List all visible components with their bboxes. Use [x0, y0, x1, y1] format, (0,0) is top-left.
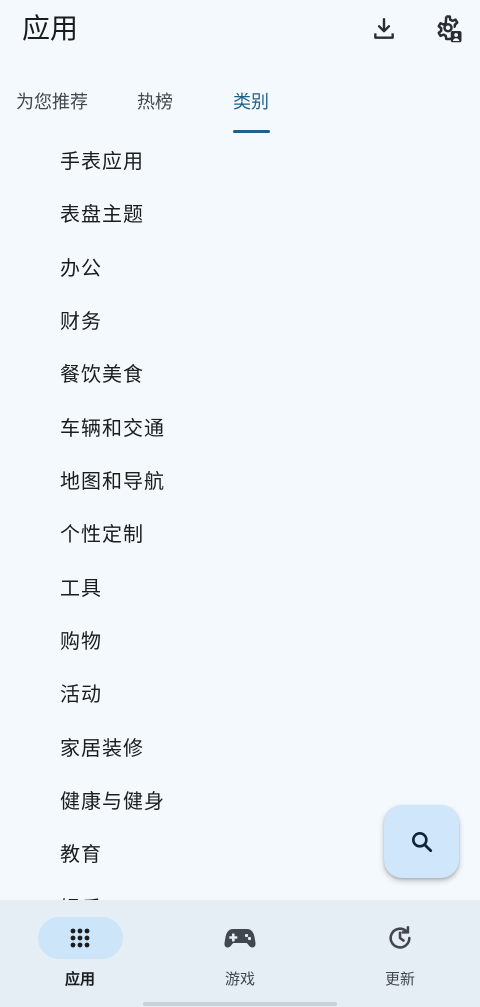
category-label: 餐饮美食 — [60, 362, 144, 386]
search-fab[interactable] — [384, 805, 459, 878]
nav-label-games: 游戏 — [224, 970, 255, 988]
category-item[interactable]: 餐饮美食 — [0, 348, 480, 401]
settings-button[interactable] — [430, 11, 466, 47]
category-item[interactable]: 表盘主题 — [0, 188, 480, 241]
category-item[interactable]: 车辆和交通 — [0, 402, 480, 455]
category-item[interactable]: 手表应用 — [0, 135, 480, 188]
category-item[interactable]: 地图和导航 — [0, 455, 480, 508]
page-title: 应用 — [22, 12, 79, 45]
category-label: 教育 — [60, 842, 102, 866]
category-label: 工具 — [60, 576, 102, 600]
category-item[interactable]: 个性定制 — [0, 508, 480, 561]
nav-updates[interactable]: 更新 — [320, 900, 480, 1007]
app-screen: 应用 为您推荐 热榜 类别 手表应用 表盘主题 办公 财务 餐饮美食 车辆和交通… — [0, 0, 480, 1007]
category-label: 家居装修 — [60, 736, 144, 760]
bottom-navigation: 应用 游戏 更新 — [0, 900, 480, 1007]
category-label: 活动 — [60, 682, 102, 706]
category-item[interactable]: 工具 — [0, 562, 480, 615]
download-button[interactable] — [366, 11, 402, 47]
search-icon — [411, 831, 432, 852]
category-label: 购物 — [60, 629, 102, 653]
category-label: 车辆和交通 — [60, 416, 165, 440]
gesture-handle[interactable] — [143, 1002, 337, 1006]
category-item[interactable]: 购物 — [0, 615, 480, 668]
category-item[interactable]: 家居装修 — [0, 722, 480, 775]
category-item[interactable]: 财务 — [0, 295, 480, 348]
nav-label-apps: 应用 — [64, 970, 95, 988]
category-item[interactable]: 娱乐 — [0, 882, 480, 900]
tab-selected-indicator — [233, 130, 270, 133]
category-label: 健康与健身 — [60, 789, 165, 813]
nav-games[interactable]: 游戏 — [160, 900, 320, 1007]
download-icon — [374, 18, 394, 39]
tab-categories[interactable]: 类别 — [233, 90, 269, 116]
category-list[interactable]: 手表应用 表盘主题 办公 财务 餐饮美食 车辆和交通 地图和导航 个性定制 工具… — [0, 135, 480, 900]
apps-grid-icon — [62, 920, 98, 956]
category-label: 地图和导航 — [60, 469, 165, 493]
tab-top-charts[interactable]: 热榜 — [137, 90, 173, 116]
category-item[interactable]: 活动 — [0, 668, 480, 721]
nav-apps[interactable]: 应用 — [0, 900, 160, 1007]
gamepad-icon — [222, 920, 258, 956]
settings-account-icon — [437, 15, 462, 43]
category-label: 财务 — [60, 309, 102, 333]
category-label: 办公 — [60, 256, 102, 280]
category-label: 表盘主题 — [60, 202, 144, 226]
tab-recommended[interactable]: 为您推荐 — [16, 90, 88, 116]
category-label: 手表应用 — [60, 149, 144, 173]
category-item[interactable]: 办公 — [0, 242, 480, 295]
nav-label-updates: 更新 — [384, 970, 415, 988]
tab-bar: 为您推荐 热榜 类别 — [0, 84, 480, 136]
update-history-icon — [382, 920, 418, 956]
top-app-bar: 应用 — [0, 0, 480, 62]
category-label: 个性定制 — [60, 522, 144, 546]
